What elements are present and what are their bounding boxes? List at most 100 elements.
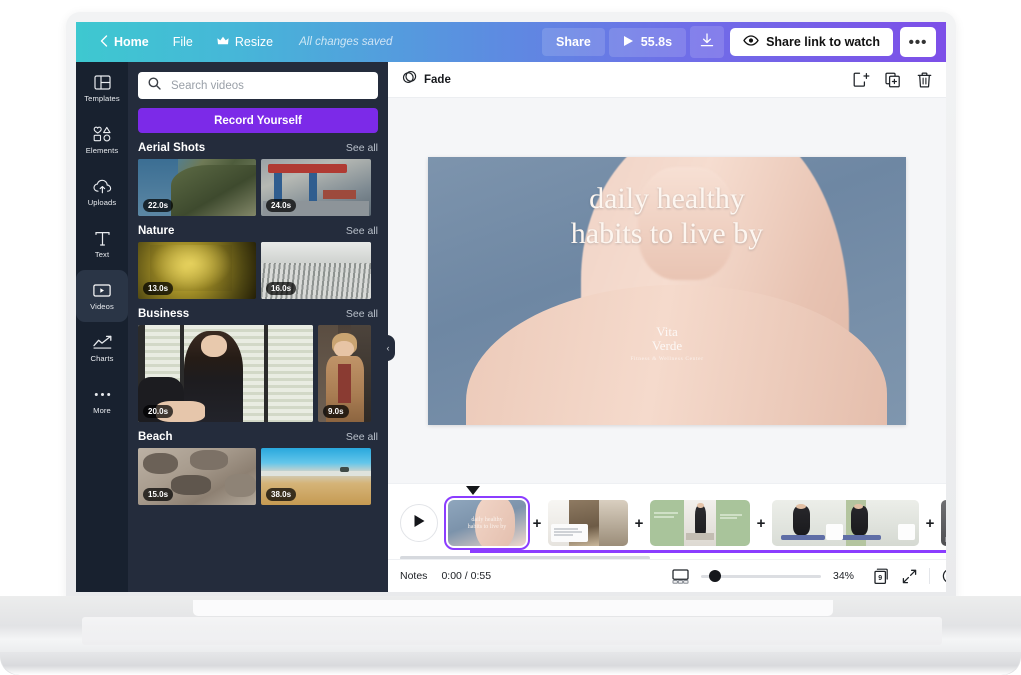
timeline-clip-2[interactable] xyxy=(548,500,628,546)
see-all-link[interactable]: See all xyxy=(346,308,378,320)
video-thumbnail[interactable]: 24.0s xyxy=(261,159,371,216)
headline-line-2: habits to live by xyxy=(570,216,764,250)
add-clip-button-3[interactable]: + xyxy=(750,515,772,532)
sidebar-item-more[interactable]: More xyxy=(76,374,128,426)
help-icon[interactable] xyxy=(942,568,946,584)
add-clip-button-1[interactable]: + xyxy=(526,515,548,532)
timeline-clip-1[interactable]: daily healthy habits to live by xyxy=(444,496,530,550)
see-all-link[interactable]: See all xyxy=(346,225,378,237)
section-header-business: Business See all xyxy=(128,299,388,325)
play-button[interactable] xyxy=(400,504,438,542)
laptop-keyboard xyxy=(82,617,942,645)
section-title: Business xyxy=(138,308,190,320)
editor-area: Fade daily healthy habits to live by Vit… xyxy=(388,62,946,592)
play-icon xyxy=(623,35,634,50)
section-title: Aerial Shots xyxy=(138,142,206,154)
video-thumbnail[interactable]: 22.0s xyxy=(138,159,256,216)
search-input-container[interactable] xyxy=(138,72,378,99)
editor-toolbar-actions xyxy=(853,71,932,88)
video-thumbnail[interactable]: 13.0s xyxy=(138,242,256,299)
add-clip-button-2[interactable]: + xyxy=(628,515,650,532)
timeline-clips: daily healthy habits to live by + + + + xyxy=(444,496,946,550)
preview-duration-button[interactable]: 55.8s xyxy=(608,27,687,57)
video-thumbnail[interactable]: 20.0s xyxy=(138,325,313,422)
fade-circle-icon xyxy=(402,70,417,90)
notes-button[interactable]: Notes xyxy=(400,570,427,582)
duration-badge: 16.0s xyxy=(266,282,297,295)
timeline-clip-4[interactable] xyxy=(772,500,919,546)
chevron-left-icon: ‹ xyxy=(386,343,390,353)
transition-button[interactable]: Fade xyxy=(402,70,451,90)
sidebar-item-elements[interactable]: Elements xyxy=(76,114,128,166)
sidebar-label: Templates xyxy=(84,93,120,103)
download-button[interactable] xyxy=(690,26,725,58)
videos-panel: Record Yourself Aerial Shots See all 22.… xyxy=(128,62,388,592)
plus-icon: + xyxy=(634,514,644,532)
resize-button[interactable]: Resize xyxy=(205,29,285,55)
video-thumbnail[interactable]: 9.0s xyxy=(318,325,371,422)
video-thumbnail[interactable]: 38.0s xyxy=(261,448,371,505)
canvas-area: daily healthy habits to live by Vita Ver… xyxy=(388,98,946,483)
resize-label: Resize xyxy=(234,35,274,49)
timeline-clip-3[interactable] xyxy=(650,500,750,546)
section-header-beach: Beach See all xyxy=(128,422,388,448)
video-thumbnail[interactable]: 15.0s xyxy=(138,448,256,505)
duplicate-page-icon[interactable] xyxy=(885,72,901,88)
record-label: Record Yourself xyxy=(214,114,302,127)
sidebar-item-text[interactable]: Text xyxy=(76,218,128,270)
sidebar-item-templates[interactable]: Templates xyxy=(76,62,128,114)
file-label: File xyxy=(172,35,193,49)
sidebar-label: Text xyxy=(94,249,110,259)
sidebar-item-uploads[interactable]: Uploads xyxy=(76,166,128,218)
plus-icon: + xyxy=(532,514,542,532)
home-button[interactable]: Home xyxy=(88,29,161,56)
section-header-aerial-shots: Aerial Shots See all xyxy=(128,133,388,159)
section-title: Beach xyxy=(138,431,173,443)
duration-badge: 13.0s xyxy=(143,282,174,295)
zoom-slider-handle[interactable] xyxy=(709,570,721,582)
duration-badge: 22.0s xyxy=(143,199,174,212)
bottom-bar: Notes 0:00 / 0:55 34% 9 xyxy=(388,559,946,592)
video-icon xyxy=(93,282,111,299)
sidebar-item-charts[interactable]: Charts xyxy=(76,322,128,374)
share-button[interactable]: Share xyxy=(542,28,605,56)
share-link-to-watch-button[interactable]: Share link to watch xyxy=(730,28,893,56)
design-canvas[interactable]: daily healthy habits to live by Vita Ver… xyxy=(428,156,906,425)
search-input[interactable] xyxy=(169,78,368,93)
add-page-icon[interactable] xyxy=(853,72,870,88)
thumbnail-row: 13.0s 16.0s xyxy=(128,242,388,299)
playhead-marker[interactable] xyxy=(466,486,480,495)
record-yourself-button[interactable]: Record Yourself xyxy=(138,108,378,133)
logo-line-1: Vita xyxy=(656,323,678,339)
video-thumbnail[interactable]: 16.0s xyxy=(261,242,371,299)
thumbnail-row: 22.0s 24.0s xyxy=(128,159,388,216)
topbar-left-group: Home File Resize All changes saved xyxy=(76,29,392,56)
see-all-link[interactable]: See all xyxy=(346,431,378,443)
crown-icon xyxy=(217,35,229,49)
left-rail: Templates Elements Uploads Text Videos C… xyxy=(76,62,128,592)
timeline-view-icon[interactable] xyxy=(672,568,689,584)
editor-toolbar: Fade xyxy=(388,62,946,98)
expand-icon[interactable] xyxy=(902,569,917,584)
file-menu-button[interactable]: File xyxy=(161,29,205,55)
share-link-label: Share link to watch xyxy=(766,35,880,49)
timeline-progress-bar[interactable] xyxy=(470,550,946,553)
upload-cloud-icon xyxy=(92,178,112,195)
logo-line-2: Verde xyxy=(651,338,683,354)
canvas-headline[interactable]: daily healthy habits to live by xyxy=(428,181,906,252)
chevron-left-icon xyxy=(100,34,108,50)
text-icon xyxy=(94,230,110,247)
timeline-clip-5[interactable] xyxy=(941,500,946,546)
save-status: All changes saved xyxy=(299,36,393,48)
add-clip-button-4[interactable]: + xyxy=(919,515,941,532)
time-indicator: 0:00 / 0:55 xyxy=(441,570,492,582)
sidebar-item-videos[interactable]: Videos xyxy=(76,270,128,322)
trash-icon[interactable] xyxy=(917,71,932,88)
collapse-panel-button[interactable]: ‹ xyxy=(381,335,395,361)
ellipsis-icon[interactable]: ••• xyxy=(900,27,936,57)
sidebar-label: Charts xyxy=(90,353,114,363)
zoom-slider[interactable] xyxy=(701,570,821,582)
pages-icon[interactable]: 9 xyxy=(873,568,890,585)
see-all-link[interactable]: See all xyxy=(346,142,378,154)
canvas-logo[interactable]: Vita Verde Fitness & Wellness Center xyxy=(428,323,906,364)
